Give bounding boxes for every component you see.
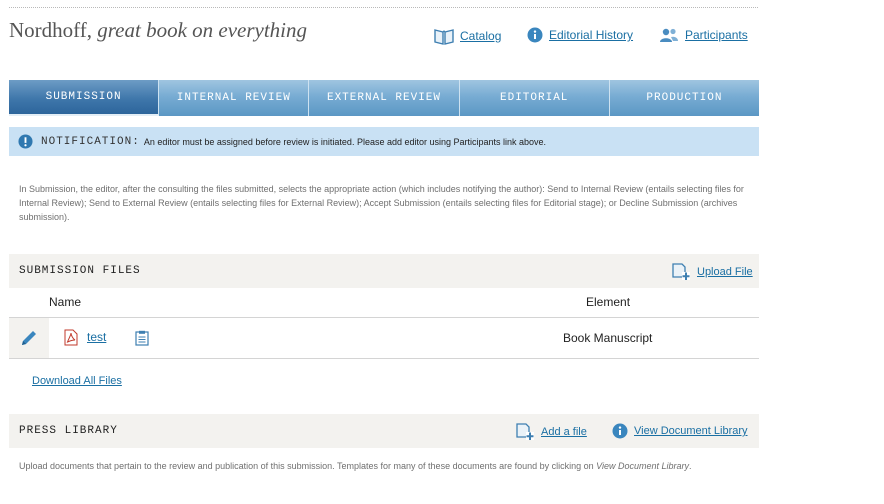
submission-files-title: SUBMISSION FILES xyxy=(19,265,141,277)
title-book: great book on everything xyxy=(97,18,308,42)
tab-editorial[interactable]: EDITORIAL xyxy=(459,80,610,116)
file-element-value: Book Manuscript xyxy=(563,331,653,345)
info-icon xyxy=(612,423,628,439)
participants-link[interactable]: Participants xyxy=(685,28,748,42)
table-divider xyxy=(9,317,759,318)
column-header-element: Element xyxy=(586,295,631,309)
alert-icon xyxy=(18,134,33,149)
editorial-history-link[interactable]: Editorial History xyxy=(549,28,633,42)
download-all-files-link[interactable]: Download All Files xyxy=(32,375,122,387)
notes-icon[interactable] xyxy=(135,330,149,346)
notification-message: An editor must be assigned before review… xyxy=(143,136,547,147)
press-library-text-end: . xyxy=(689,461,692,471)
add-file-link[interactable]: Add a file xyxy=(541,426,587,438)
tab-submission[interactable]: SUBMISSION xyxy=(9,80,160,116)
add-file-icon xyxy=(516,423,534,440)
catalog-link[interactable]: Catalog xyxy=(460,29,501,43)
participants-link-group[interactable]: Participants xyxy=(659,27,748,43)
tab-production[interactable]: PRODUCTION xyxy=(609,80,760,116)
pencil-icon xyxy=(22,331,36,345)
submission-intro-text: In Submission, the editor, after the con… xyxy=(19,184,744,222)
workflow-tabs: SUBMISSION INTERNAL REVIEW EXTERNAL REVI… xyxy=(9,80,760,116)
top-divider xyxy=(9,7,758,8)
view-document-library-action[interactable]: View Document Library xyxy=(612,423,748,439)
info-icon xyxy=(527,27,543,43)
view-document-library-link[interactable]: View Document Library xyxy=(634,425,748,437)
press-library-title: PRESS LIBRARY xyxy=(19,425,118,437)
press-library-text-link: View Document Library xyxy=(596,461,690,471)
press-library-text-main: Upload documents that pertain to the rev… xyxy=(19,461,597,471)
book-icon xyxy=(434,29,454,45)
editorial-history-link-group[interactable]: Editorial History xyxy=(527,27,633,43)
tab-external-review[interactable]: EXTERNAL REVIEW xyxy=(309,80,460,116)
submission-files-header: SUBMISSION FILES xyxy=(9,254,759,288)
title-author: Nordhoff, xyxy=(9,18,93,42)
upload-file-link[interactable]: Upload File xyxy=(697,266,753,278)
press-library-text: Upload documents that pertain to the rev… xyxy=(19,459,744,473)
participants-icon xyxy=(660,28,678,42)
pdf-file-icon xyxy=(64,329,78,346)
notification-bar: NOTIFICATION: An editor must be assigned… xyxy=(9,127,759,156)
page-title: Nordhoff, great book on everything xyxy=(9,18,307,43)
add-file-icon xyxy=(672,263,690,280)
catalog-link-group[interactable]: Catalog xyxy=(434,27,501,45)
table-bottom-divider xyxy=(9,358,759,359)
edit-file-button[interactable] xyxy=(9,318,49,358)
file-link-test[interactable]: test xyxy=(87,330,106,344)
tab-internal-review[interactable]: INTERNAL REVIEW xyxy=(159,80,310,116)
add-file-action[interactable]: Add a file xyxy=(516,423,587,441)
upload-file-action[interactable]: Upload File xyxy=(672,263,753,281)
column-header-name: Name xyxy=(49,295,82,309)
notification-label: NOTIFICATION: xyxy=(41,135,140,148)
